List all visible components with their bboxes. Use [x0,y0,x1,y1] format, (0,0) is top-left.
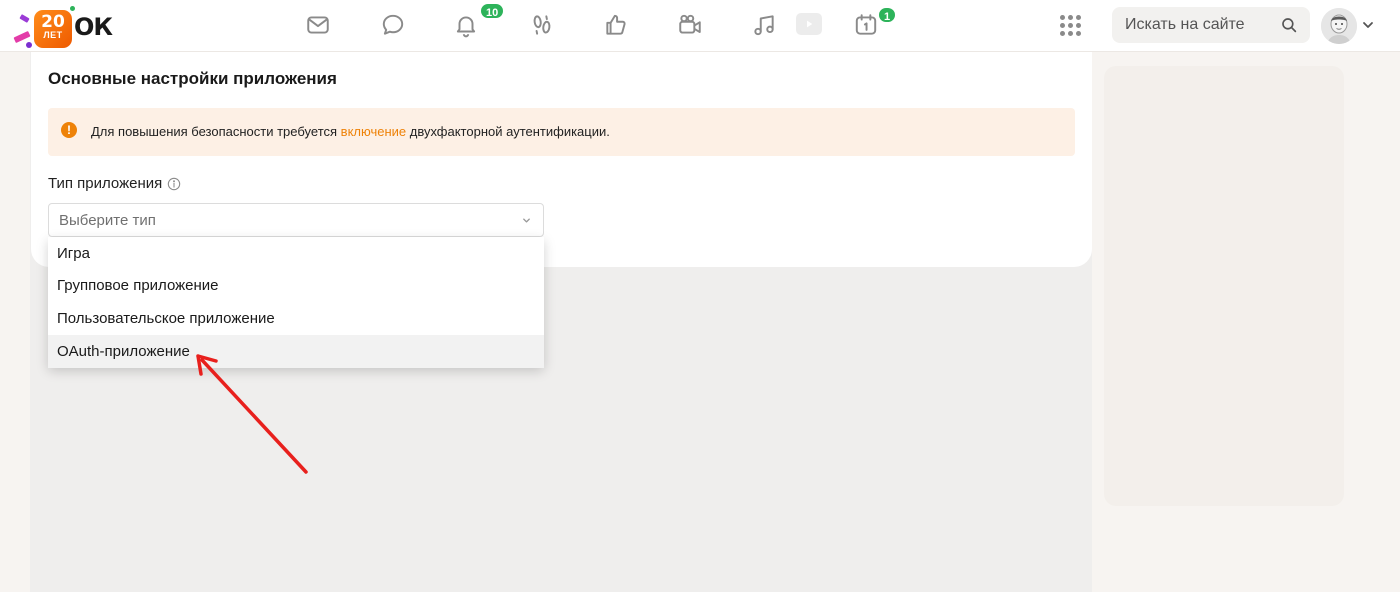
chevron-down-icon[interactable] [1361,18,1375,32]
confetti-icon [26,42,32,48]
like-icon[interactable] [602,11,630,39]
notifications-badge: 10 [479,2,506,20]
anniversary-badge: 20 ЛЕТ [34,10,72,48]
app-type-label: Тип приложения [48,175,181,192]
calendar-icon[interactable] [852,11,880,39]
brand-name: ОК [74,13,113,41]
search-input[interactable] [1112,7,1277,43]
confetti-icon [70,6,75,11]
top-bar: 20 ЛЕТ ОК 10 1 [0,0,1400,52]
chat-icon[interactable] [379,11,407,39]
option-game[interactable]: Игра [48,237,544,270]
play-icon[interactable] [796,13,822,35]
info-icon[interactable] [167,177,181,191]
security-alert: ! Для повышения безопасности требуется в… [48,108,1075,156]
calendar-badge: 1 [877,6,898,24]
option-user-app[interactable]: Пользовательское приложение [48,302,544,335]
warning-icon: ! [61,122,77,138]
app-type-select[interactable]: Выберите тип [48,203,544,237]
search-icon[interactable] [1280,16,1298,34]
music-icon[interactable] [750,11,778,39]
chevron-down-icon [523,218,530,223]
video-camera-icon[interactable] [676,11,704,39]
enable-2fa-link[interactable]: включение [341,124,406,139]
bell-icon[interactable] [452,11,480,39]
option-group-app[interactable]: Групповое приложение [48,269,544,302]
option-oauth-app[interactable]: OAuth-приложение [48,335,544,368]
mail-icon[interactable] [304,11,332,39]
confetti-icon [19,14,30,23]
apps-grid-icon[interactable] [1058,13,1084,39]
ok-logo[interactable]: 20 ЛЕТ ОК [10,4,120,50]
search-box [1112,7,1310,43]
alert-message: Для повышения безопасности требуется вкл… [91,124,610,139]
avatar[interactable] [1321,8,1357,44]
app-type-dropdown: Игра Групповое приложение Пользовательск… [48,237,544,368]
page-title: Основные настройки приложения [48,69,337,88]
footprints-icon[interactable] [528,11,556,39]
select-placeholder: Выберите тип [59,212,156,229]
right-sidebar [1104,66,1344,506]
